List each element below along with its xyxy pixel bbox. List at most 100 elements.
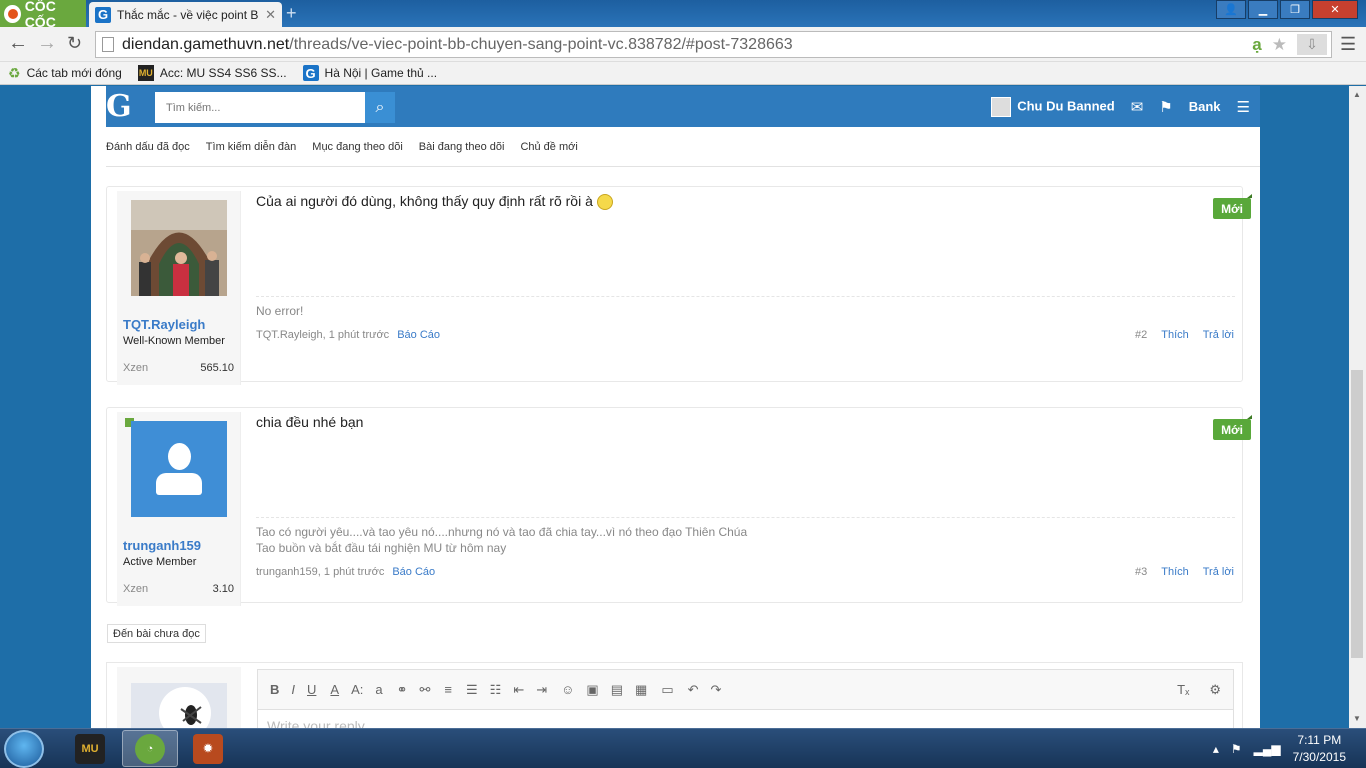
browser-menu-icon[interactable]: ☰: [1340, 34, 1356, 55]
scrollbar-thumb[interactable]: [1351, 370, 1363, 658]
italic-icon[interactable]: I: [291, 682, 295, 697]
go-to-unread-button[interactable]: Đến bài chưa đọc: [107, 624, 206, 643]
taskbar-app-coccoc[interactable]: ◔: [122, 730, 178, 767]
username[interactable]: TQT.Rayleigh: [123, 317, 205, 332]
download-icon[interactable]: ⇩: [1297, 34, 1327, 55]
like-link[interactable]: Thích: [1161, 566, 1189, 578]
bookmark-recent-tabs[interactable]: ♻ Các tab mới đóng: [8, 65, 122, 82]
unlink-icon[interactable]: ⚯: [420, 682, 431, 698]
font-family-icon[interactable]: a: [375, 682, 382, 697]
bold-icon[interactable]: B: [270, 682, 279, 697]
post-number[interactable]: #2: [1135, 329, 1147, 341]
post: TQT.Rayleigh Well-Known Member Xzen 565.1…: [106, 186, 1252, 385]
network-signal-icon[interactable]: ▂▄▆: [1254, 742, 1281, 756]
subnav-watched-threads[interactable]: Mục đang theo dõi: [312, 141, 403, 153]
new-badge: Mới: [1213, 415, 1252, 440]
page-scrollbar[interactable]: ▲ ▼: [1349, 86, 1366, 728]
quick-reply: B I U A A: a ⚭ ⚯ ≡ ☰ ☷ ⇤ ⇥ ☺ ▣ ▤ ▦ ▭ ↶ ↷…: [106, 662, 1243, 728]
outdent-icon[interactable]: ⇤: [513, 682, 524, 698]
code-icon[interactable]: ▦: [635, 682, 647, 698]
bullet-list-icon[interactable]: ☰: [466, 682, 478, 698]
reload-icon[interactable]: ↻: [67, 33, 82, 53]
image-icon[interactable]: ▣: [586, 682, 598, 698]
tab-close-icon[interactable]: ✕: [265, 7, 276, 23]
report-link[interactable]: Báo Cáo: [397, 329, 440, 341]
scroll-up-arrow-icon[interactable]: ▲: [1353, 90, 1361, 99]
profile-icon[interactable]: 👤: [1216, 0, 1246, 19]
clock[interactable]: 7:11 PM 7/30/2015: [1293, 732, 1346, 766]
report-link[interactable]: Báo Cáo: [392, 566, 435, 578]
post-message: chia đều nhé bạn: [256, 414, 364, 430]
vietnamese-input-icon[interactable]: ạ: [1252, 35, 1261, 55]
subnav-mark-read[interactable]: Đánh dấu đã đọc: [106, 141, 190, 153]
start-button[interactable]: [4, 730, 44, 768]
browser-brand: CỐC CỐC: [24, 0, 56, 30]
user-title: Well-Known Member: [123, 335, 225, 347]
coccoc-icon: ◔: [135, 733, 165, 764]
avatar[interactable]: [131, 200, 227, 296]
address-bar[interactable]: diendan.gamethuvn.net/threads/ve-viec-po…: [95, 31, 1332, 58]
align-icon[interactable]: ≡: [444, 682, 452, 697]
alerts-flag-icon[interactable]: ⚑: [1159, 98, 1172, 116]
font-size-icon[interactable]: A:: [351, 682, 363, 697]
bookmark-star-icon[interactable]: ★: [1272, 35, 1287, 55]
url-path: /threads/ve-viec-point-bb-chuyen-sang-po…: [289, 35, 793, 53]
remove-format-icon[interactable]: Tₓ: [1177, 682, 1189, 698]
search-input[interactable]: [155, 92, 365, 123]
signature: Tao có người yêu....và tao yêu nó....như…: [256, 524, 747, 556]
underline-icon[interactable]: U: [307, 682, 316, 697]
coccoc-logo[interactable]: CỐC CỐC: [0, 0, 86, 30]
smilie-icon[interactable]: ☺: [561, 682, 574, 698]
browser-tab-active[interactable]: G Thắc mắc - về việc point BB ✕: [89, 2, 282, 27]
subnav-search-forums[interactable]: Tìm kiếm diễn đàn: [206, 141, 296, 153]
forum-page: G ⌕ Chu Du Banned ✉ ⚑ Bank ☰ Đánh dấu đã…: [91, 86, 1260, 728]
username[interactable]: trunganh159: [123, 538, 201, 553]
numbered-list-icon[interactable]: ☷: [490, 682, 502, 698]
search-button[interactable]: ⌕: [365, 92, 395, 123]
link-icon[interactable]: ⚭: [397, 682, 408, 698]
text-color-icon[interactable]: A: [330, 682, 339, 697]
like-link[interactable]: Thích: [1161, 329, 1189, 341]
restore-icon[interactable]: ❐: [1280, 0, 1310, 19]
post-actions: #2 Thích Trả lời: [1135, 329, 1234, 341]
show-hidden-icons-icon[interactable]: ▴: [1213, 742, 1219, 756]
reply-link[interactable]: Trả lời: [1203, 329, 1234, 341]
indent-icon[interactable]: ⇥: [536, 682, 547, 698]
bookmark-acc-mu[interactable]: MU Acc: MU SS4 SS6 SS...: [137, 65, 287, 81]
post-author-time[interactable]: TQT.Rayleigh, 1 phút trước: [256, 329, 389, 341]
stat-label: Xzen: [123, 583, 149, 595]
menu-icon[interactable]: ☰: [1237, 98, 1250, 116]
bookmark-hanoi-gamethu[interactable]: G Hà Nội | Game thủ ...: [302, 65, 437, 81]
signature-divider: [256, 517, 1235, 518]
media-icon[interactable]: ▤: [611, 682, 623, 698]
forward-icon[interactable]: →: [37, 33, 57, 53]
taskbar-app-mu[interactable]: MU: [62, 730, 118, 767]
clock-time: 7:11 PM: [1297, 733, 1342, 747]
bank-link[interactable]: Bank: [1189, 99, 1221, 114]
post-number[interactable]: #3: [1135, 566, 1147, 578]
avatar[interactable]: [131, 421, 227, 517]
post-meta: TQT.Rayleigh, 1 phút trước Báo Cáo: [256, 329, 440, 341]
minimize-icon[interactable]: ▁: [1248, 0, 1278, 19]
subnav-new-threads[interactable]: Chủ đề mới: [520, 141, 577, 153]
inbox-icon[interactable]: ✉: [1131, 98, 1144, 116]
site-logo[interactable]: G: [106, 91, 140, 123]
post-author-time[interactable]: trunganh159, 1 phút trước: [256, 566, 384, 578]
reply-input[interactable]: Write your reply...: [258, 710, 1233, 728]
sub-navigation: Đánh dấu đã đọc Tìm kiếm diễn đàn Mục đa…: [106, 127, 1260, 167]
subnav-watched-posts[interactable]: Bài đang theo dõi: [419, 141, 505, 153]
new-badge: Mới: [1213, 194, 1252, 219]
action-center-flag-icon[interactable]: ⚑: [1231, 742, 1242, 756]
toggle-bbcode-icon[interactable]: ⚙: [1209, 682, 1221, 698]
user-menu[interactable]: Chu Du Banned: [991, 96, 1115, 117]
back-icon[interactable]: ←: [8, 33, 28, 53]
new-tab-icon[interactable]: +: [286, 4, 297, 22]
save-draft-icon[interactable]: ▭: [661, 682, 673, 698]
reply-link[interactable]: Trả lời: [1203, 566, 1234, 578]
tab-title: Thắc mắc - về việc point BB: [117, 7, 260, 22]
close-window-icon[interactable]: ✕: [1312, 0, 1358, 19]
redo-icon[interactable]: ↷: [711, 682, 722, 698]
scroll-down-arrow-icon[interactable]: ▼: [1353, 714, 1361, 723]
undo-icon[interactable]: ↶: [688, 682, 699, 698]
taskbar-app-game[interactable]: ✹: [180, 730, 236, 767]
